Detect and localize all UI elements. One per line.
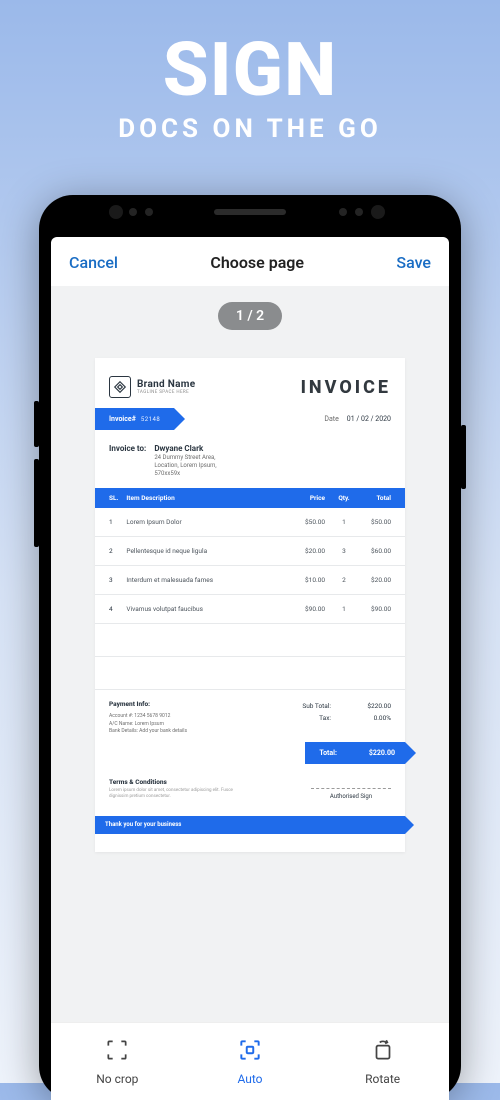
hero-subtitle: DOCS ON THE GO <box>0 114 500 144</box>
terms-block: Terms & Conditions Lorem ipsum dolor sit… <box>109 778 249 800</box>
invoice-number-ribbon: Invoice# 52148 <box>95 408 174 430</box>
document-canvas[interactable]: 1 / 2 Brand Name TAGLINE SPACE HERE INVO… <box>51 286 449 1022</box>
auto-button[interactable]: Auto <box>184 1037 315 1086</box>
side-button <box>461 425 466 489</box>
rotate-icon <box>370 1037 396 1066</box>
brand-name: Brand Name <box>137 379 195 390</box>
side-button <box>34 401 39 447</box>
nocrop-label: No crop <box>96 1072 138 1086</box>
invoice-number: 52148 <box>141 416 160 423</box>
table-row: 2Pellentesque id neque ligula$20.003$60.… <box>95 537 405 566</box>
page-title: Choose page <box>210 253 304 272</box>
invoice-heading: INVOICE <box>301 377 391 398</box>
side-button <box>34 459 39 547</box>
table-row <box>95 657 405 690</box>
bill-to-name: Dwyane Clark <box>154 444 216 453</box>
app-screen: Cancel Choose page Save 1 / 2 Brand Name… <box>51 237 449 1100</box>
rotate-label: Rotate <box>365 1072 400 1086</box>
auto-label: Auto <box>237 1072 262 1086</box>
bottom-toolbar: No crop Auto Rotate <box>51 1022 449 1100</box>
hero-title: SIGN <box>0 34 500 108</box>
invoice-document[interactable]: Brand Name TAGLINE SPACE HERE INVOICE In… <box>95 358 405 852</box>
payment-info: Payment Info: Account #: 1234 5678 9012 … <box>109 700 187 735</box>
brand: Brand Name TAGLINE SPACE HERE <box>109 376 195 398</box>
page-indicator: 1 / 2 <box>218 302 282 330</box>
grand-total-ribbon: Total: $220.00 <box>305 742 405 764</box>
cancel-button[interactable]: Cancel <box>69 253 118 272</box>
hero-banner: SIGN DOCS ON THE GO <box>0 0 500 144</box>
table-row: 1Lorem Ipsum Dolor$50.001$50.00 <box>95 508 405 537</box>
invoice-number-label: Invoice# <box>109 415 136 423</box>
table-row: 3Interdum et malesuada fames$10.002$20.0… <box>95 566 405 595</box>
invoice-date: Date 01 / 02 / 2020 <box>324 415 405 423</box>
totals-block: Sub Total:$220.00 Tax:0.00% <box>302 700 391 735</box>
rotate-button[interactable]: Rotate <box>317 1037 448 1086</box>
authorised-sign: Authorised Sign <box>311 788 391 800</box>
save-button[interactable]: Save <box>396 253 431 272</box>
thanks-ribbon: Thank you for your business <box>95 816 405 834</box>
nocrop-icon <box>104 1037 130 1066</box>
brand-tagline: TAGLINE SPACE HERE <box>137 390 195 395</box>
auto-icon <box>237 1037 263 1066</box>
nocrop-button[interactable]: No crop <box>52 1037 183 1086</box>
app-header: Cancel Choose page Save <box>51 237 449 286</box>
brand-logo-icon <box>109 376 131 398</box>
bill-to: Invoice to: Dwyane Clark 24 Dummy Street… <box>95 430 405 488</box>
table-row: 4Vivamus volutpat faucibus$90.001$90.00 <box>95 595 405 624</box>
table-row <box>95 624 405 657</box>
line-items-table: SL. Item Description Price Qty. Total 1L… <box>95 488 405 690</box>
phone-notch <box>39 195 461 235</box>
phone-frame: Cancel Choose page Save 1 / 2 Brand Name… <box>39 195 461 1100</box>
